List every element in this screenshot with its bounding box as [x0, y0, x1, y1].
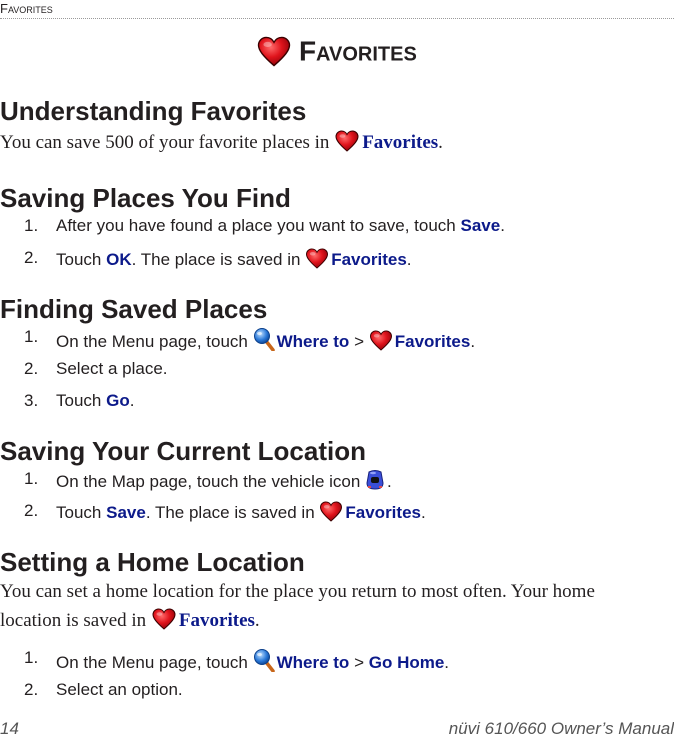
favorites-link[interactable]: Favorites [345, 503, 421, 522]
step-text: Select a place. [56, 359, 168, 378]
step-text-part: On the Menu page, touch [56, 653, 248, 672]
punctuation: . [444, 653, 450, 672]
where-to-link[interactable]: Where to [277, 653, 350, 672]
heart-icon [319, 501, 343, 522]
step-text: Select an option. [56, 680, 183, 699]
manual-title: nüvi 610/660 Owner’s Manual [448, 719, 674, 738]
chapter-title: Favorites [0, 34, 674, 68]
step-number: 1. [24, 648, 39, 667]
step-text: After you have found a place you want to… [56, 216, 505, 236]
paragraph-line: You can set a home location for the plac… [0, 581, 595, 602]
list-item: 2. Select an option. [0, 680, 674, 702]
punctuation: . [438, 132, 443, 153]
punctuation: . [387, 472, 392, 491]
section-heading: Setting a Home Location [0, 547, 305, 577]
step-number: 1. [24, 216, 39, 235]
running-head: Favorites [0, 1, 53, 16]
list-item: 3. Touch Go. [0, 391, 674, 413]
list-item: 2. Touch OK. The place is saved in Favor… [0, 248, 674, 270]
step-text: Touch OK. The place is saved in Favorite… [56, 248, 412, 270]
punctuation: . [406, 250, 412, 269]
list-item: 2. Select a place. [0, 359, 674, 381]
step-text: Touch Save. The place is saved in Favori… [56, 501, 426, 523]
step-number: 2. [24, 501, 39, 520]
step-number: 2. [24, 680, 39, 699]
punctuation: . [470, 332, 476, 351]
page-number: 14 [0, 719, 19, 738]
section-heading: Understanding Favorites [0, 96, 307, 126]
paragraph-line: location is saved in Favorites. [0, 608, 260, 632]
paragraph-text: You can save 500 of your favorite places… [0, 132, 330, 153]
step-number: 1. [24, 469, 39, 488]
step-text: On the Menu page, touch Where to > Favor… [56, 327, 475, 352]
where-to-link[interactable]: Where to [277, 332, 350, 351]
punctuation: . [254, 610, 260, 631]
step-text-part: On the Map page, touch the vehicle icon [56, 472, 361, 491]
punctuation: . [420, 503, 426, 522]
list-item: 2. Touch Save. The place is saved in Fav… [0, 501, 674, 523]
magnifier-icon [253, 327, 275, 351]
section-heading: Finding Saved Places [0, 294, 268, 324]
save-link[interactable]: Save [106, 503, 146, 522]
punctuation: . [500, 216, 505, 235]
step-text: On the Map page, touch the vehicle icon … [56, 469, 392, 492]
step-number: 1. [24, 327, 39, 346]
section-heading: Saving Places You Find [0, 183, 291, 213]
chapter-title-text: Favorites [298, 35, 417, 67]
separator: > [354, 653, 364, 672]
separator: > [354, 332, 364, 351]
step-text: On the Menu page, touch Where to > Go Ho… [56, 648, 449, 673]
magnifier-icon [253, 648, 275, 672]
step-number: 2. [24, 359, 39, 378]
step-text-part: Touch [56, 391, 102, 410]
go-home-link[interactable]: Go Home [369, 653, 445, 672]
vehicle-icon [365, 469, 385, 491]
paragraph-text: location is saved in [0, 610, 147, 631]
step-text-part: . The place is saved in [131, 250, 301, 269]
heart-icon [369, 330, 393, 351]
step-text-part: . The place is saved in [145, 503, 315, 522]
header-divider [0, 18, 674, 19]
list-item: 1. On the Menu page, touch Where to > Fa… [0, 327, 674, 352]
favorites-link[interactable]: Favorites [179, 610, 255, 631]
step-number: 2. [24, 248, 39, 267]
step-text-part: Touch [56, 503, 102, 522]
section-heading: Saving Your Current Location [0, 436, 366, 466]
list-item: 1. On the Menu page, touch Where to > Go… [0, 648, 674, 673]
section-paragraph: You can save 500 of your favorite places… [0, 130, 443, 154]
step-text-part: On the Menu page, touch [56, 332, 248, 351]
heart-icon [305, 248, 329, 269]
favorites-link[interactable]: Favorites [395, 332, 471, 351]
punctuation: . [129, 391, 135, 410]
list-item: 1. On the Map page, touch the vehicle ic… [0, 469, 674, 491]
save-link[interactable]: Save [461, 216, 501, 235]
step-text-part: Touch [56, 250, 102, 269]
step-number: 3. [24, 391, 39, 410]
favorites-link[interactable]: Favorites [362, 132, 438, 153]
ok-link[interactable]: OK [106, 250, 132, 269]
favorites-link[interactable]: Favorites [331, 250, 407, 269]
step-text: Touch Go. [56, 391, 134, 411]
list-item: 1. After you have found a place you want… [0, 216, 674, 238]
heart-icon [257, 36, 291, 67]
step-text-part: After you have found a place you want to… [56, 216, 456, 235]
heart-icon [334, 130, 360, 152]
go-link[interactable]: Go [106, 391, 130, 410]
heart-icon [151, 608, 177, 630]
